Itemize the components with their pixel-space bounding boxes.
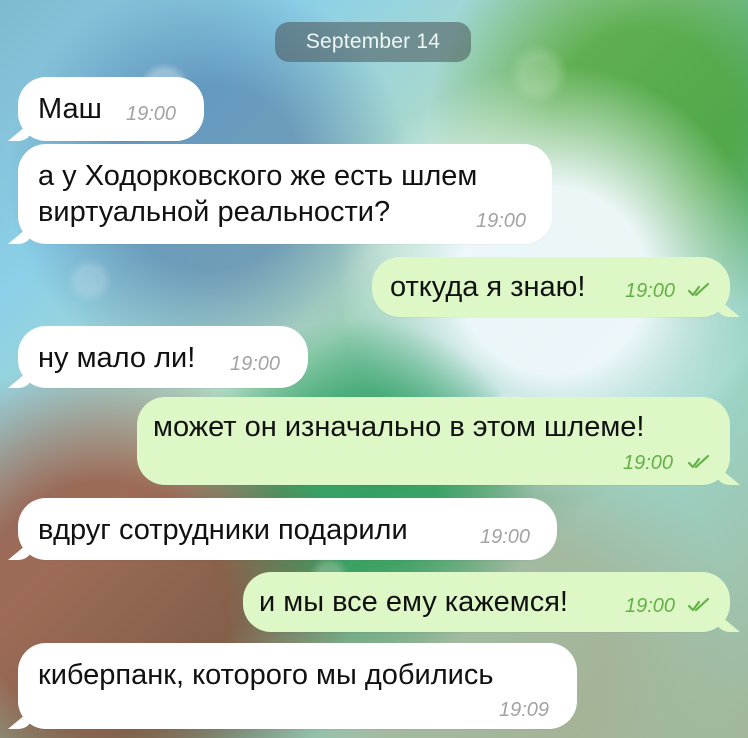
message-text: ну мало ли! [38,342,196,374]
message-bubble[interactable]: киберпанк, которого мы добились 19:09 [18,643,577,729]
message-text: может он изначально в этом шлеме! [153,411,645,443]
message-time: 19:00 [625,595,676,617]
message-time: 19:00 [476,210,527,232]
message-bubble[interactable]: а у Ходорковского же есть шлем виртуальн… [18,144,552,244]
message-time: 19:00 [230,353,281,375]
message-time: 19:00 [126,103,177,125]
double-check-icon [687,597,710,612]
message-bubble[interactable]: может он изначально в этом шлеме! 19:00 [137,397,730,485]
double-check-icon [687,454,710,469]
message-bubble[interactable]: Маш 19:00 [18,77,204,141]
message-text: киберпанк, которого мы добились [38,659,494,691]
message-time: 19:00 [480,526,531,548]
double-check-icon [687,282,710,297]
message-text: Маш [38,93,102,125]
message-time: 19:09 [499,699,550,721]
message-bubble[interactable]: откуда я знаю! 19:00 [372,257,730,317]
message-text: а у Ходорковского же есть шлем виртуальн… [38,160,478,228]
message-text: вдруг сотрудники подарили [38,514,408,546]
message-bubble[interactable]: ну мало ли! 19:00 [18,326,308,388]
message-time: 19:00 [623,452,674,474]
message-time: 19:00 [625,280,676,302]
message-bubble[interactable]: и мы все ему кажемся! 19:00 [243,572,730,632]
date-separator: September 14 [275,22,471,62]
message-text: и мы все ему кажемся! [259,586,568,618]
message-text: откуда я знаю! [390,271,586,303]
message-bubble[interactable]: вдруг сотрудники подарили 19:00 [18,498,557,560]
